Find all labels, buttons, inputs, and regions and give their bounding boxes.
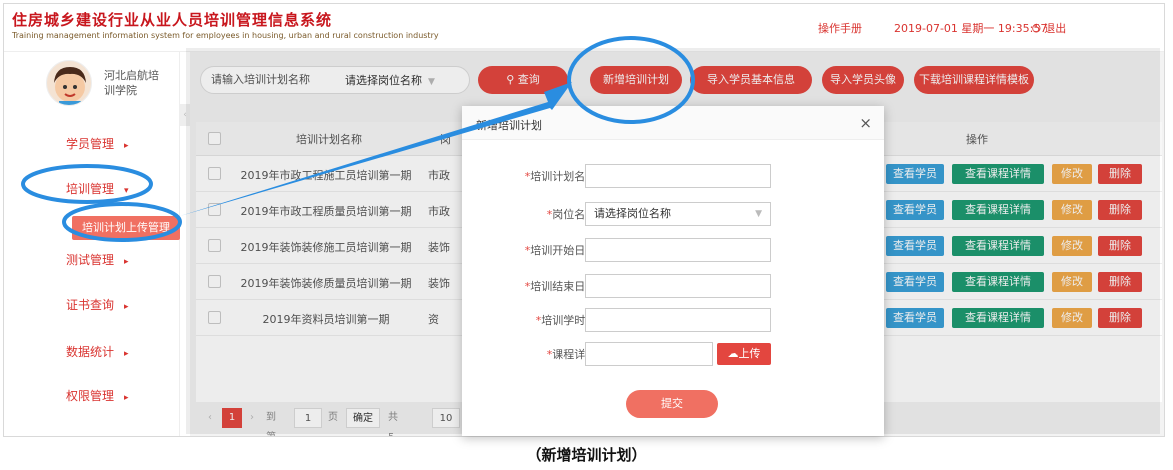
sidebar-item-students[interactable]: 学员管理 ▸ [4,134,180,154]
start-date-label: *培训开始日期: [524,244,600,257]
chevron-down-icon: ▾ [124,186,129,196]
sidebar-item-tests[interactable]: 测试管理 ▸ [4,250,180,270]
position-select-value: 请选择岗位名称 [594,207,671,220]
sidebar-item-label: 证书查询 [66,298,115,312]
figure-caption: （新增培训计划） [526,446,647,464]
position-select-field[interactable]: 请选择岗位名称 ▼ [585,202,771,226]
chevron-right-icon: ▸ [124,257,129,267]
sidebar: 河北启航培训学院 学员管理 ▸ 培训管理 ▾ 培训计划上传管理 测试管理 ▸ 证书查询… [4,52,180,436]
sidebar-item-label: 数据统计 [66,345,115,359]
sidebar-item-label: 测试管理 [66,253,115,267]
end-date-field[interactable] [585,274,771,298]
hours-field[interactable] [585,308,771,332]
logout-button[interactable]: ⏻ 退出 [1032,20,1066,36]
sidebar-item-label: 培训管理 [66,182,115,196]
power-icon: ⏻ [1032,22,1041,35]
sidebar-item-certificates[interactable]: 证书查询 ▸ [4,295,180,315]
sidebar-subitem-plan-upload[interactable]: 培训计划上传管理 [72,216,180,240]
system-title: 住房城乡建设行业从业人员培训管理信息系统 [12,11,333,29]
dialog-title: 新增培训计划 [476,119,542,132]
manual-link[interactable]: 操作手册 [818,20,862,36]
sidebar-item-permissions[interactable]: 权限管理 ▸ [4,386,180,406]
system-subtitle: Training management information system f… [12,31,439,40]
course-detail-label: *课程详情: [546,348,600,361]
end-date-label: *培训结束日期: [524,280,600,293]
start-date-field[interactable] [585,238,771,262]
course-detail-file-field[interactable] [585,342,713,366]
chevron-right-icon: ▸ [124,393,129,403]
close-icon[interactable]: × [859,114,872,132]
chevron-right-icon: ▸ [124,349,129,359]
submit-button[interactable]: 提交 [626,390,718,418]
sidebar-item-label: 学员管理 [66,137,115,151]
sidebar-item-label: 权限管理 [66,389,115,403]
org-card: 河北启航培训学院 [46,60,176,116]
chevron-right-icon: ▸ [124,141,129,151]
avatar [46,60,92,106]
new-plan-dialog: 新增培训计划 × *培训计划名称: *岗位名称: 请选择岗位名称 ▼ *培训开始日… [462,106,884,436]
chevron-right-icon: ▸ [124,302,129,312]
cloud-upload-icon: ☁ [727,347,739,360]
header: 住房城乡建设行业从业人员培训管理信息系统 Training management… [4,4,1164,52]
upload-button[interactable]: ☁上传 [717,343,771,365]
hours-label: *培训学时数: [535,314,600,327]
plan-name-label: *培训计划名称: [524,170,600,183]
sidebar-item-statistics[interactable]: 数据统计 ▸ [4,342,180,362]
plan-name-field[interactable] [585,164,771,188]
dialog-header: 新增培训计划 × [462,106,884,140]
sidebar-item-training[interactable]: 培训管理 ▾ [4,179,180,199]
avatar-image [54,67,86,105]
upload-label: 上传 [738,347,761,360]
datetime: 2019-07-01 星期一 19:35:57 [894,22,1048,35]
org-name: 河北启航培训学院 [104,69,159,97]
logout-label: 退出 [1044,22,1067,35]
position-label: *岗位名称: [546,208,600,221]
chevron-down-icon: ▼ [755,209,762,219]
